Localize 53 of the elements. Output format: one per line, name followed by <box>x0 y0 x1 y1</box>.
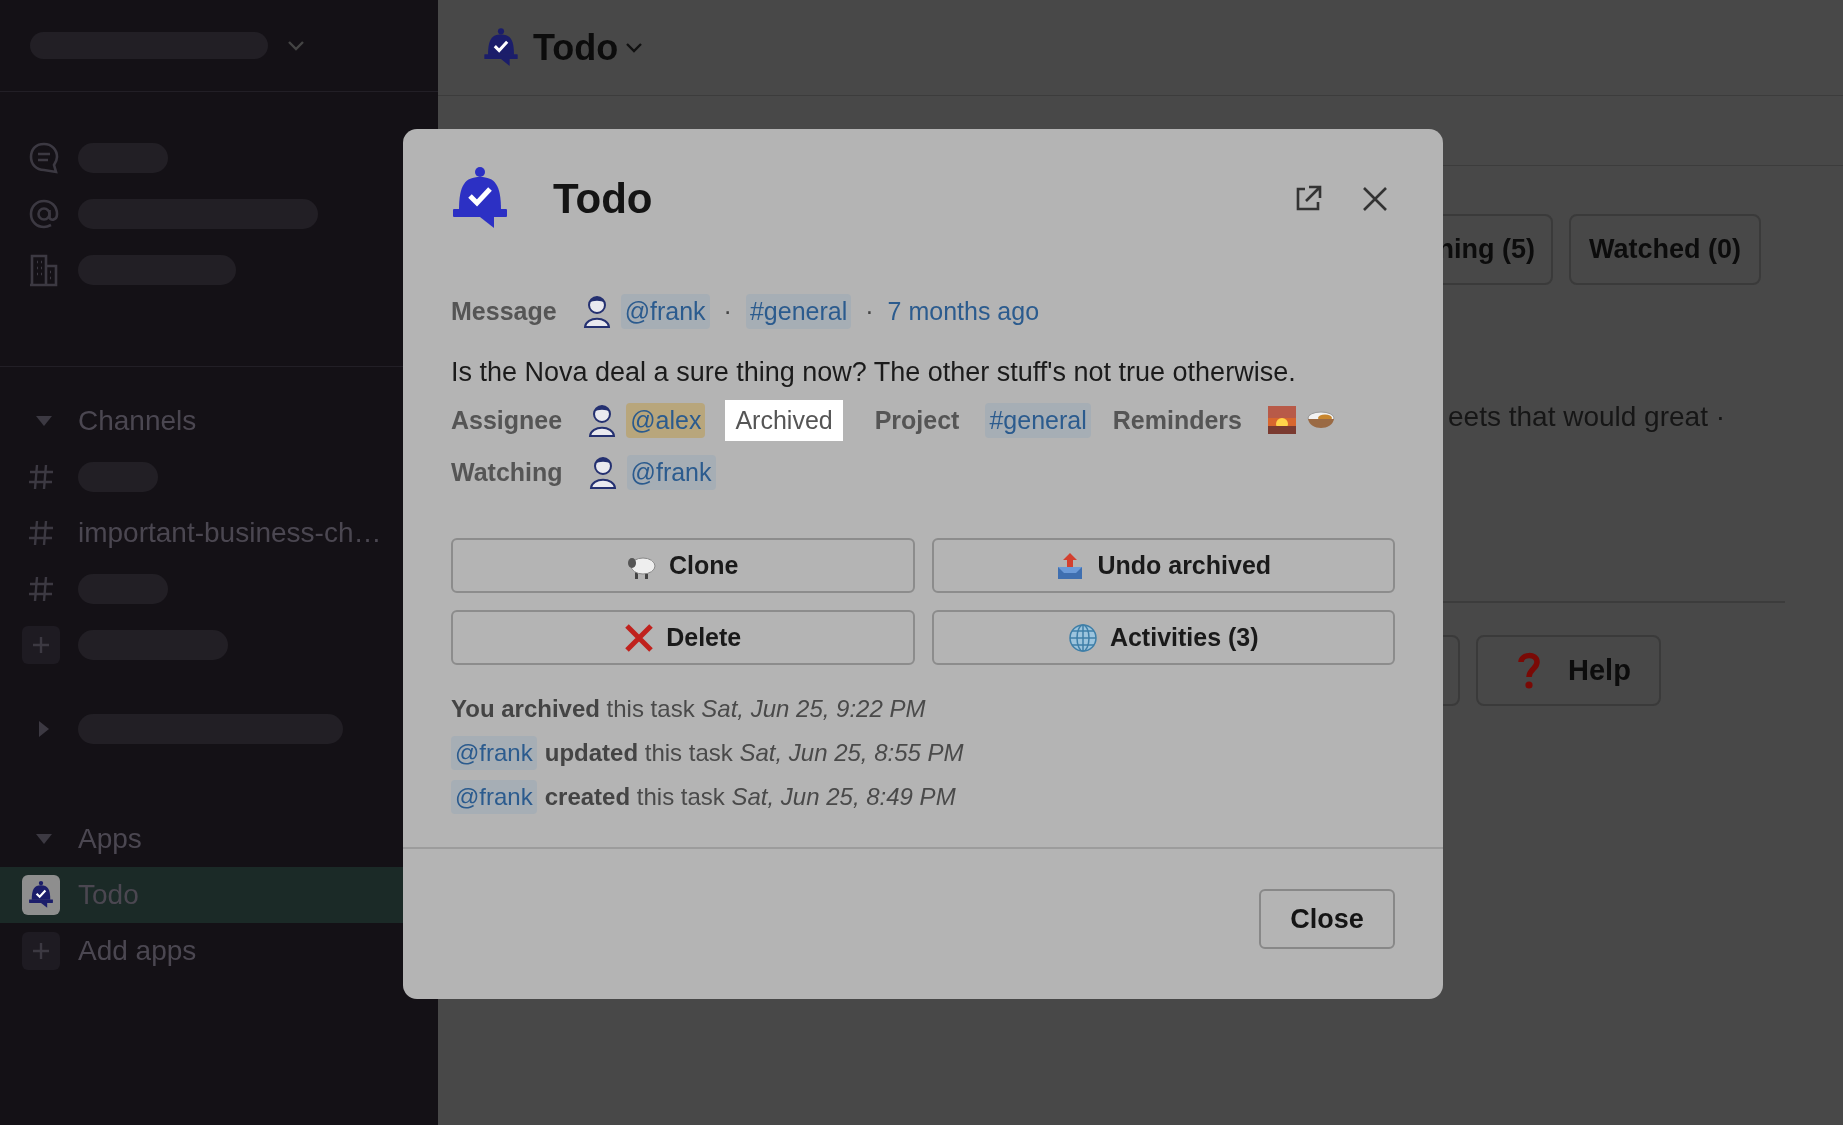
sidebar-item[interactable]: Add apps <box>0 923 438 979</box>
sunrise-icon <box>1268 406 1296 434</box>
chevron-down-icon <box>626 42 643 53</box>
section-header[interactable]: Channels <box>78 405 197 437</box>
chat-bubble-icon <box>28 141 60 175</box>
avatar-icon <box>588 403 617 437</box>
message-text: Is the Nova deal a sure thing now? The other stuff's not true otherwise. <box>451 357 1297 388</box>
field-label: Project <box>874 405 960 435</box>
status-label: Archived <box>725 399 843 441</box>
bell-check-icon <box>483 26 519 69</box>
user-mention[interactable]: @frank <box>451 736 537 770</box>
cross-icon <box>624 622 655 653</box>
avatar-icon <box>588 455 617 489</box>
close-button[interactable]: Close <box>1259 889 1395 949</box>
sidebar-item[interactable]: important-business-ch… <box>0 505 438 561</box>
filter-button[interactable]: Watched (0) <box>1569 214 1761 285</box>
hash-icon <box>28 520 54 546</box>
field-label: Message <box>451 296 557 326</box>
action-button[interactable]: Undo archived <box>931 538 1395 593</box>
hash-icon <box>28 464 54 490</box>
activity-text: created this task Sat, Jun 25, 8:49 PM <box>544 783 956 811</box>
separator-dot: · <box>723 296 732 326</box>
channel-link[interactable]: #general <box>745 293 852 329</box>
field-label: Watching <box>451 457 563 487</box>
user-mention[interactable]: @alex <box>626 402 706 438</box>
activity-text: updated this task Sat, Jun 25, 8:55 PM <box>544 739 964 767</box>
chevron-down-icon <box>288 40 304 51</box>
dialog-title: Todo <box>553 175 654 223</box>
activity-text: You archived this task Sat, Jun 25, 9:22 PM <box>451 695 926 723</box>
user-mention[interactable]: @frank <box>451 780 537 814</box>
action-button[interactable]: Clone <box>451 538 915 593</box>
field-label: Assignee <box>451 405 563 435</box>
field-label: Reminders <box>1112 405 1242 435</box>
separator-dot: · <box>865 296 874 326</box>
user-mention[interactable]: @frank <box>626 454 716 490</box>
avatar-icon <box>582 294 611 328</box>
help-button[interactable]: Help <box>1476 635 1661 706</box>
bell-check-icon <box>28 880 54 910</box>
hash-icon <box>28 576 54 602</box>
question-mark-icon <box>1518 651 1540 690</box>
plus-icon <box>22 626 60 664</box>
timestamp-link[interactable]: 7 months ago <box>887 296 1040 326</box>
action-button[interactable]: Activities (3) <box>931 610 1395 665</box>
building-icon <box>29 253 59 287</box>
plus-icon <box>22 932 60 970</box>
at-sign-icon <box>28 198 60 230</box>
channel-link[interactable]: #general <box>985 402 1091 438</box>
action-button[interactable]: Delete <box>451 610 915 665</box>
user-mention[interactable]: @frank <box>620 293 710 329</box>
section-header[interactable]: Apps <box>78 823 142 855</box>
channel-title[interactable]: Todo <box>533 26 619 69</box>
globe-icon <box>1067 622 1098 653</box>
close-button[interactable] <box>1362 186 1388 212</box>
